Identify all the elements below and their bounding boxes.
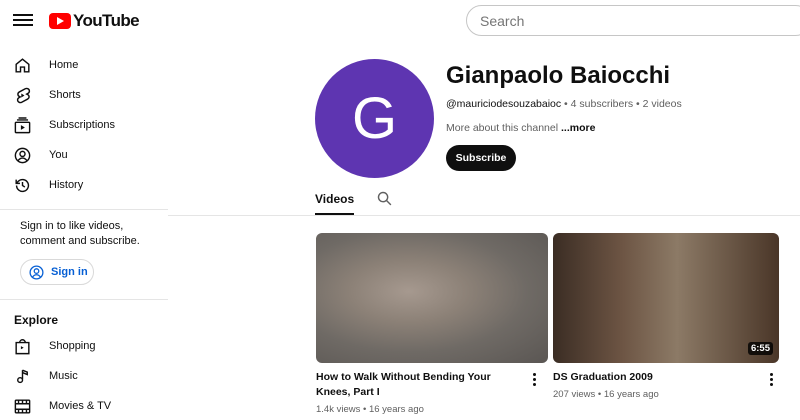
video-card[interactable]: How to Walk Without Bending Your Knees, … — [316, 233, 548, 415]
video-title[interactable]: DS Graduation 2009 — [553, 370, 753, 385]
music-icon — [17, 369, 28, 383]
sidebar-item-label: Shopping — [49, 340, 96, 352]
video-age: 16 years ago — [603, 389, 659, 400]
sidebar-divider — [0, 209, 168, 210]
subscribe-button[interactable]: Subscribe — [446, 145, 516, 171]
sidebar-divider — [0, 299, 168, 300]
signin-prompt: Sign in to like videos, comment and subs… — [20, 220, 140, 247]
sidebar-item-subscriptions[interactable]: Subscriptions — [0, 110, 168, 140]
channel-meta: @mauriciodesouzabaioc • 4 subscribers • … — [446, 98, 682, 110]
sidebar-item-movies[interactable]: Movies & TV — [0, 391, 168, 420]
you-icon — [14, 147, 31, 163]
sidebar-item-home[interactable]: Home — [0, 50, 168, 80]
more-actions-icon[interactable] — [532, 372, 538, 388]
sidebar-item-label: Shorts — [49, 89, 81, 101]
logo-text: YouTube — [73, 11, 140, 30]
sidebar-item-label: Subscriptions — [49, 119, 116, 131]
subscriptions-icon — [14, 116, 31, 133]
history-icon — [15, 178, 30, 192]
sidebar-item-shopping[interactable]: Shopping — [0, 331, 168, 361]
video-views: 207 views — [553, 389, 596, 400]
home-icon — [15, 57, 30, 73]
sidebar-item-label: History — [49, 179, 84, 191]
signin-button-label: Sign in — [51, 266, 88, 278]
video-title[interactable]: How to Walk Without Bending Your Knees, … — [316, 370, 516, 400]
about-text: More about this channel — [446, 122, 559, 134]
youtube-play-icon — [49, 13, 71, 29]
subscriber-count: 4 subscribers — [570, 98, 634, 110]
shorts-icon — [16, 87, 31, 103]
video-thumbnail[interactable] — [316, 233, 548, 363]
sidebar-item-history[interactable]: History — [0, 170, 168, 200]
video-thumbnail[interactable]: 6:55 — [553, 233, 779, 363]
meta-separator: • — [561, 98, 571, 110]
sidebar-item-label: You — [49, 149, 68, 161]
account-icon — [29, 264, 44, 280]
search-icon[interactable] — [376, 190, 393, 207]
video-meta: 207 views • 16 years ago — [553, 389, 779, 400]
channel-about-link[interactable]: More about this channel ...more — [446, 122, 595, 134]
explore-heading: Explore — [14, 313, 59, 327]
video-meta: 1.4k views • 16 years ago — [316, 404, 548, 415]
video-count: 2 videos — [642, 98, 682, 110]
channel-tabs: Videos — [168, 186, 800, 216]
menu-icon[interactable] — [13, 11, 33, 31]
video-views: 1.4k views — [316, 404, 361, 415]
sidebar-item-shorts[interactable]: Shorts — [0, 80, 168, 110]
about-more: ...more — [561, 122, 596, 134]
meta-separator: • — [633, 98, 643, 110]
tab-videos[interactable]: Videos — [315, 192, 355, 215]
youtube-logo[interactable]: YouTube — [49, 11, 140, 31]
channel-name: Gianpaolo Baiocchi — [446, 62, 671, 89]
top-bar: YouTube — [0, 0, 800, 42]
sidebar: Home Shorts Subscriptions You History Si… — [0, 50, 168, 420]
video-duration: 6:55 — [747, 342, 773, 355]
signin-button[interactable]: Sign in — [20, 259, 94, 285]
sidebar-item-label: Movies & TV — [49, 400, 112, 412]
more-actions-icon[interactable] — [769, 372, 775, 388]
sidebar-item-label: Music — [49, 370, 78, 382]
meta-separator: • — [595, 389, 604, 400]
sidebar-item-label: Home — [49, 59, 79, 71]
video-age: 16 years ago — [368, 404, 424, 415]
shopping-icon — [15, 338, 30, 354]
channel-handle: @mauriciodesouzabaioc — [446, 98, 562, 110]
video-card[interactable]: 6:55 DS Graduation 2009 207 views • 16 y… — [553, 233, 779, 400]
sidebar-item-music[interactable]: Music — [0, 361, 168, 391]
meta-separator: • — [360, 404, 369, 415]
channel-avatar[interactable]: G — [315, 59, 434, 178]
sidebar-item-you[interactable]: You — [0, 140, 168, 170]
search-input[interactable] — [466, 5, 800, 36]
movies-icon — [14, 398, 31, 414]
